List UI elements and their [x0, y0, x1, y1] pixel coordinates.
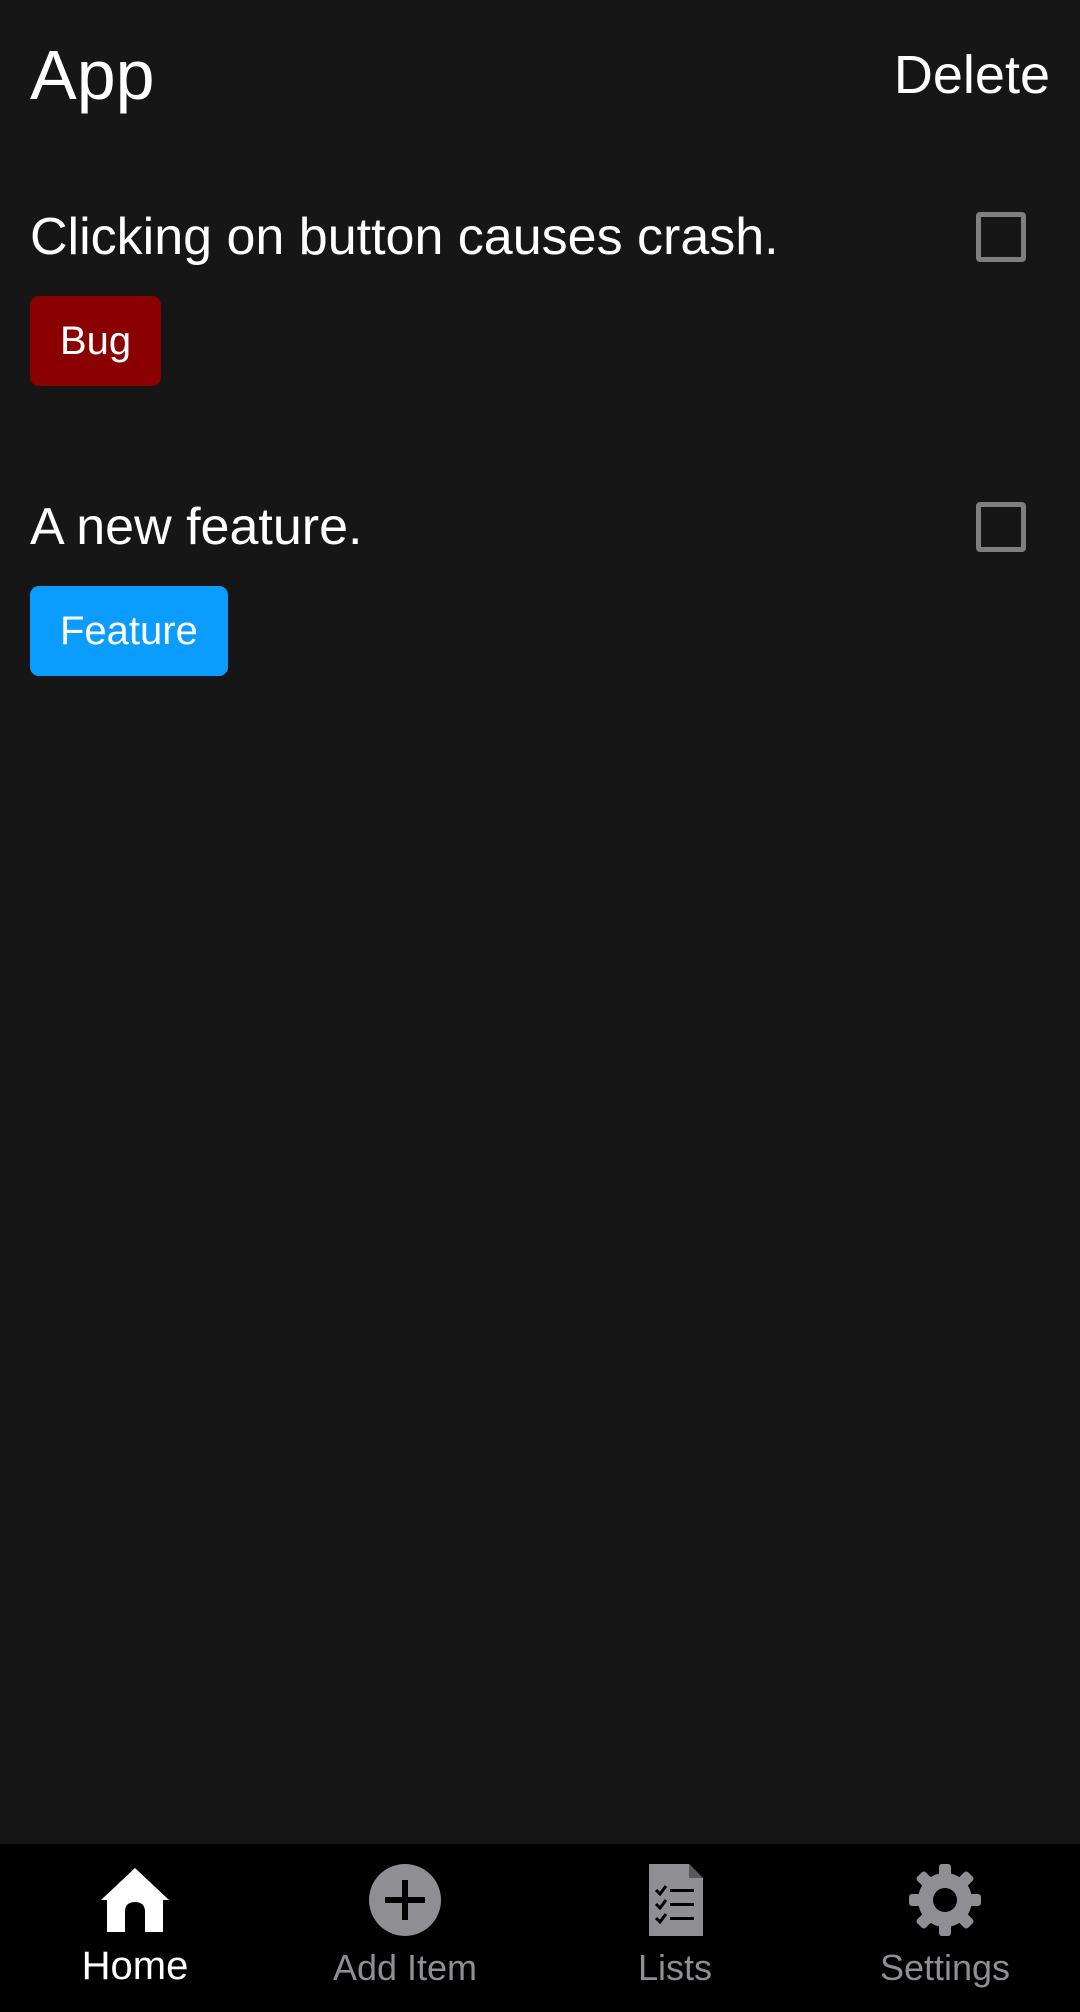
header: App Delete	[0, 0, 1080, 150]
tag-feature[interactable]: Feature	[30, 586, 228, 676]
home-icon	[97, 1862, 173, 1938]
tab-home[interactable]: Home	[0, 1844, 270, 2012]
item-checkbox[interactable]	[976, 212, 1026, 262]
item-checkbox[interactable]	[976, 502, 1026, 552]
app-screen: App Delete Clicking on button causes cra…	[0, 0, 1080, 2012]
document-checklist-icon	[637, 1862, 713, 1938]
list-item: A new feature. Feature	[0, 492, 1080, 752]
item-title: A new feature.	[30, 498, 363, 556]
delete-button[interactable]: Delete	[894, 38, 1050, 112]
tab-settings-label: Settings	[879, 1947, 1011, 1988]
list-item: Clicking on button causes crash. Bug	[0, 202, 1080, 462]
tab-lists-label: Lists	[637, 1947, 713, 1988]
tab-home-label: Home	[81, 1944, 189, 1988]
gear-icon	[907, 1862, 983, 1938]
tab-settings[interactable]: Settings	[810, 1844, 1080, 2012]
tab-add-item-label: Add Item	[332, 1947, 478, 1988]
item-title: Clicking on button causes crash.	[30, 208, 779, 266]
tab-add-item[interactable]: Add Item	[270, 1844, 540, 2012]
tag-bug[interactable]: Bug	[30, 296, 162, 386]
bottom-tab-bar: Home Add Item Lists Settings	[0, 1844, 1080, 2012]
page-title: App	[30, 36, 155, 114]
add-circle-icon	[367, 1862, 443, 1938]
tab-lists[interactable]: Lists	[540, 1844, 810, 2012]
